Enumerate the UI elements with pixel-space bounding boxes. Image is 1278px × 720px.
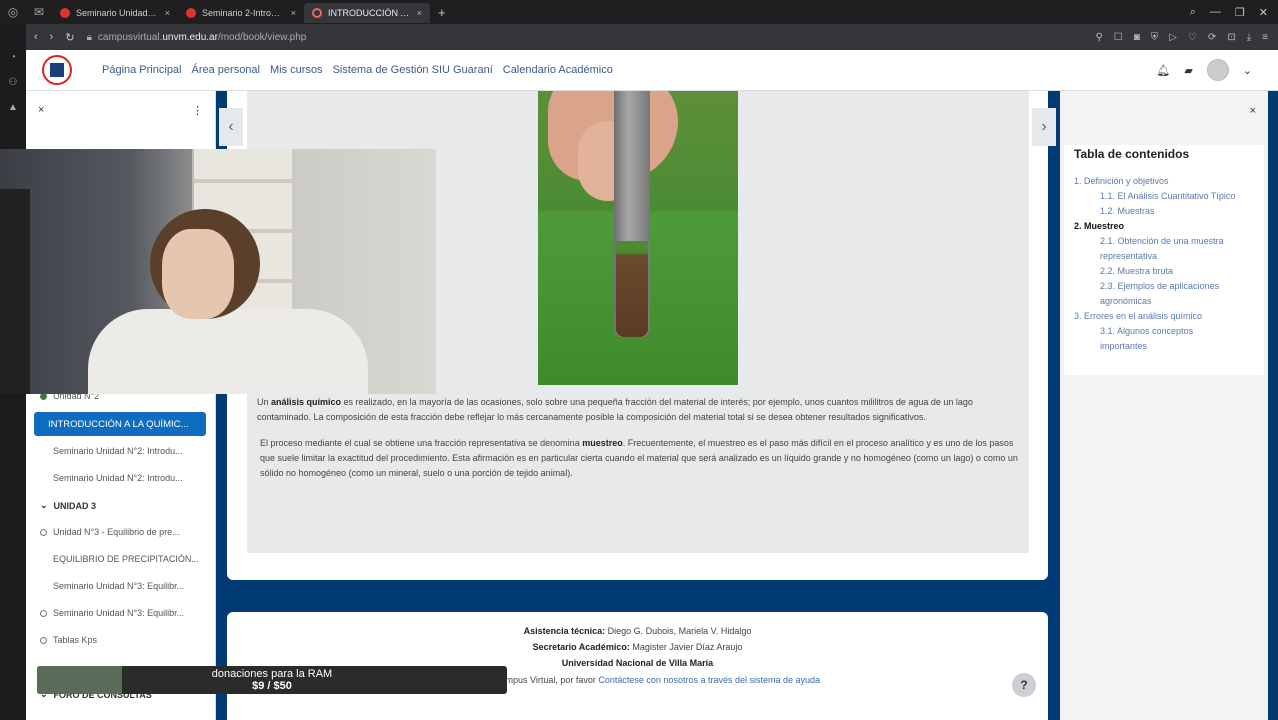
table-of-contents-drawer: × Tabla de contenidos 1. Definición y ob…: [1060, 91, 1268, 720]
chevron-down-icon[interactable]: ⌄: [1243, 64, 1252, 77]
toc-item[interactable]: 1.1. El Análisis Cuantitativo Típico: [1100, 189, 1235, 203]
chevron-down-icon: ⌄: [40, 500, 48, 510]
browser-tab-active[interactable]: INTRODUCCIÓN A LA QU ×: [304, 3, 430, 23]
bookmark-icon[interactable]: ☐: [1114, 32, 1123, 43]
contact-link[interactable]: Contáctese con nosotros a través del sis…: [598, 675, 820, 685]
toc-item[interactable]: 2.2. Muestra bruta: [1100, 264, 1173, 278]
close-tab-icon[interactable]: ×: [291, 8, 296, 18]
soil-sampling-photo: [538, 91, 738, 385]
next-page-arrow[interactable]: ›: [1032, 108, 1056, 146]
donation-amount: $9 / $50: [252, 680, 292, 692]
url-field[interactable]: 🔒︎ campusvirtual.unvm.edu.ar/mod/book/vi…: [87, 32, 307, 43]
messages-icon[interactable]: ▰: [1184, 64, 1192, 77]
completion-icon: [40, 609, 47, 617]
reload-icon[interactable]: ↻: [65, 31, 74, 44]
nav-link-mis-cursos[interactable]: Mis cursos: [270, 64, 323, 76]
toc-title: Tabla de contenidos: [1074, 147, 1190, 161]
browser-tab[interactable]: Seminario Unidad N°2: In ×: [52, 3, 178, 23]
nav-link-home[interactable]: Página Principal: [102, 64, 182, 76]
site-favicon-icon: [186, 8, 196, 18]
download-icon[interactable]: ⤓: [1247, 32, 1251, 43]
webcam-overlay: [0, 149, 436, 394]
sidebar-person-icon[interactable]: ⚇: [9, 77, 18, 88]
course-index-item[interactable]: Unidad N°3 - Equilibrio de pre...: [40, 527, 212, 537]
close-tab-icon[interactable]: ×: [165, 8, 170, 18]
toc-item[interactable]: 3.1. Algunos conceptos: [1100, 324, 1193, 338]
heart-icon[interactable]: ♡: [1188, 32, 1197, 43]
toc-item-current[interactable]: 2. Muestreo: [1074, 219, 1124, 233]
extension-icon[interactable]: ⟳: [1208, 32, 1216, 43]
close-tab-icon[interactable]: ×: [417, 8, 422, 18]
play-icon[interactable]: ▷: [1169, 32, 1177, 43]
toc-item[interactable]: importantes: [1100, 339, 1147, 353]
tab-label: INTRODUCCIÓN A LA QU: [328, 8, 411, 18]
tab-label: Seminario Unidad N°2: In: [76, 8, 159, 18]
course-index-item[interactable]: Seminario Unidad N°3: Equilibr...: [40, 581, 212, 591]
mail-icon[interactable]: ✉: [26, 0, 52, 24]
footer-support: Asistencia técnica: Diego G. Dubois, Mar…: [523, 626, 752, 636]
pin-icon[interactable]: ⚲: [1095, 32, 1102, 43]
menu-icon[interactable]: ≡: [1262, 32, 1268, 43]
paragraph-analisis: Un análisis químico es realizado, en la …: [257, 397, 973, 422]
maximize-icon[interactable]: ❐: [1235, 6, 1245, 19]
toc-item[interactable]: agronómicas: [1100, 294, 1152, 308]
previous-page-arrow[interactable]: ‹: [219, 108, 243, 146]
toc-item[interactable]: 1.2. Muestras: [1100, 204, 1155, 218]
nav-link-calendario[interactable]: Calendario Académico: [503, 64, 613, 76]
toc-item[interactable]: 3. Errores en el análisis químico: [1074, 309, 1202, 323]
minimize-icon[interactable]: —: [1210, 6, 1221, 19]
close-window-icon[interactable]: ✕: [1259, 6, 1268, 19]
browser-menu-icon[interactable]: ◎: [0, 0, 26, 24]
toc-item[interactable]: 2.1. Obtención de una muestra: [1100, 234, 1224, 248]
close-toc-icon[interactable]: ×: [1250, 105, 1256, 117]
toc-item[interactable]: 1. Definición y objetivos: [1074, 174, 1169, 188]
new-tab-button[interactable]: +: [430, 5, 454, 20]
site-favicon-icon: [60, 8, 70, 18]
site-navbar: Página Principal Área personal Mis curso…: [26, 50, 1278, 91]
toc-item[interactable]: representativa: [1100, 249, 1157, 263]
course-index-item[interactable]: EQUILIBRIO DE PRECIPITACIÓN...: [40, 554, 212, 564]
url-host: unvm.edu.ar: [162, 31, 218, 43]
wallet-icon[interactable]: ⊡: [1227, 32, 1235, 43]
course-index-item[interactable]: Seminario Unidad N°3: Equilibr...: [40, 608, 212, 618]
course-section-unidad-3[interactable]: ⌄ UNIDAD 3: [40, 500, 212, 511]
sidebar-messenger-icon[interactable]: ◔: [10, 52, 16, 63]
paragraph-muestreo: El proceso mediante el cual se obtiene u…: [260, 438, 1018, 478]
search-icon[interactable]: ⌕: [1190, 6, 1196, 19]
browser-tab[interactable]: Seminario 2-Introducción ×: [178, 3, 304, 23]
browser-tab-strip: ◎ ✉ Seminario Unidad N°2: In × Seminario …: [0, 0, 1278, 24]
footer-secretary: Secretario Académico: Magister Javier Dí…: [532, 642, 743, 652]
completion-icon: [40, 528, 47, 536]
url-path: /mod/book/view.php: [217, 31, 307, 43]
camera-icon[interactable]: ◙: [1134, 32, 1140, 43]
unvm-logo[interactable]: [42, 55, 72, 85]
tab-label: Seminario 2-Introducción: [202, 8, 285, 18]
shield-icon[interactable]: ⛨: [1151, 32, 1159, 43]
help-button[interactable]: ?: [1012, 673, 1036, 697]
completion-icon: [40, 636, 47, 644]
forward-icon[interactable]: ›: [50, 31, 54, 43]
course-index-item[interactable]: Seminario Unidad N°2: Introdu...: [40, 446, 212, 456]
donation-progress-overlay: donaciones para la RAM $9 / $50: [37, 666, 507, 694]
toc-item[interactable]: 2.3. Ejemplos de aplicaciones: [1100, 279, 1219, 293]
nav-link-area-personal[interactable]: Área personal: [192, 64, 261, 76]
avatar[interactable]: [1206, 59, 1229, 81]
back-icon[interactable]: ‹: [34, 31, 38, 43]
nav-link-siu-guarani[interactable]: Sistema de Gestión SIU Guaraní: [333, 64, 493, 76]
url-prefix: campusvirtual.: [97, 31, 163, 43]
course-index-item-active[interactable]: INTRODUCCIÓN A LA QUÍMIC...: [34, 412, 206, 436]
lock-icon: 🔒︎: [86, 31, 92, 43]
notifications-bell-icon[interactable]: 🔔︎: [1156, 64, 1170, 77]
drawer-menu-icon[interactable]: ⋮: [192, 104, 203, 117]
course-index-item[interactable]: Seminario Unidad N°2: Introdu...: [40, 473, 212, 483]
donation-title: donaciones para la RAM: [211, 668, 333, 680]
address-bar: ‹ › ↻ 🔒︎ campusvirtual.unvm.edu.ar/mod/b…: [26, 24, 1278, 50]
site-favicon-icon: [312, 8, 322, 18]
close-drawer-icon[interactable]: ×: [38, 104, 44, 116]
sidebar-a-icon[interactable]: ▲: [8, 102, 18, 113]
course-index-item[interactable]: Tablas Kps: [40, 635, 212, 645]
